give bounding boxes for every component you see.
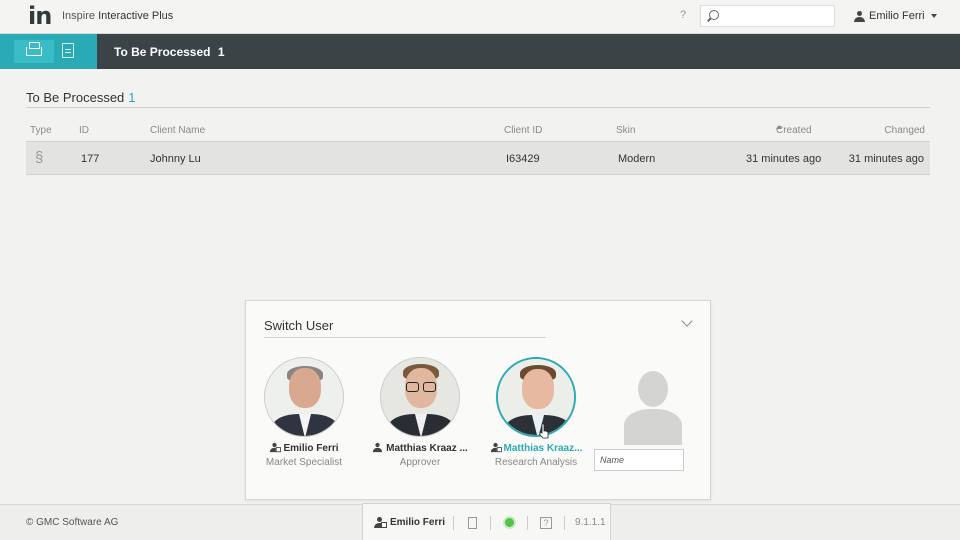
col-client-name[interactable]: Client Name (150, 125, 205, 136)
app-name: Inspire Interactive Plus (62, 10, 173, 22)
user-icon (854, 10, 865, 22)
user-name-input[interactable] (594, 449, 684, 471)
nav-title: To Be Processed 1 (114, 45, 225, 59)
help-icon: ? (540, 516, 552, 529)
user-role: Market Specialist (265, 457, 343, 468)
document-icon (467, 516, 477, 529)
version-label: 9.1.1.1 (575, 517, 606, 528)
document-button[interactable] (454, 504, 490, 540)
user-role: Approver (399, 457, 441, 468)
footer: © GMC Software AG Emilio Ferri ? 9.1.1.1 (0, 503, 960, 540)
cell-skin: Modern (618, 153, 656, 165)
status-bar: Emilio Ferri ? 9.1.1.1 (362, 503, 611, 540)
cell-client-name: Johnny Lu (150, 153, 201, 165)
avatar-selected (496, 357, 576, 437)
user-card-matthias-kraaz-research[interactable]: Matthias Kraaz... Research Analysis (481, 357, 591, 477)
cell-changed: 31 minutes ago (848, 153, 924, 165)
mouse-pointer-icon (539, 423, 549, 439)
top-bar: in Inspire Interactive Plus ? Emilio Fer… (0, 0, 960, 34)
user-desk-icon (270, 442, 282, 453)
col-skin[interactable]: Skin (616, 125, 635, 136)
user-card-emilio-ferri[interactable]: Emilio Ferri Market Specialist (249, 357, 359, 477)
copyright-text: © GMC Software AG (26, 517, 119, 528)
nav-icon-group (0, 34, 97, 69)
section-divider (26, 107, 930, 108)
switch-user-divider (264, 337, 546, 338)
user-menu[interactable]: Emilio Ferri (854, 10, 937, 22)
help-box-button[interactable]: ? (528, 504, 564, 540)
inbox-tab[interactable] (14, 40, 54, 63)
collapse-chevron-icon[interactable] (681, 315, 693, 327)
user-card-matthias-kraaz-approver[interactable]: Matthias Kraaz ... Approver (365, 357, 475, 477)
table-row[interactable]: § 177 Johnny Lu I63429 Modern 31 minutes… (26, 141, 930, 175)
user-name: Matthias Kraaz ... (365, 442, 475, 454)
unknown-user-avatar-icon[interactable] (624, 371, 682, 447)
col-created-label: Created (776, 125, 812, 136)
col-id[interactable]: ID (79, 125, 89, 136)
status-indicator[interactable] (491, 504, 527, 540)
table-header: Type ID Client Name Client ID Skin Creat… (26, 125, 930, 141)
switch-user-panel: Switch User Emilio Ferri Market Speciali… (245, 300, 711, 500)
avatar (380, 357, 460, 437)
section-title-count: 1 (128, 90, 136, 105)
caret-down-icon (930, 14, 937, 18)
inbox-tray-icon (26, 42, 42, 56)
app-logo[interactable]: in (28, 4, 52, 28)
col-type[interactable]: Type (30, 125, 52, 136)
user-document-icon (490, 442, 502, 453)
user-role: Research Analysis (494, 457, 578, 468)
section-title: To Be Processed 1 (26, 90, 136, 105)
search-input[interactable] (725, 8, 830, 24)
col-client-id[interactable]: Client ID (504, 125, 542, 136)
section-title-label: To Be Processed (26, 90, 125, 105)
help-button[interactable]: ? (680, 9, 686, 21)
status-user-name: Emilio Ferri (390, 517, 446, 528)
cell-created: 31 minutes ago (746, 153, 822, 165)
section-type-icon: § (35, 149, 44, 166)
user-icon (372, 442, 383, 453)
nav-title-label: To Be Processed (114, 45, 211, 59)
online-status-icon (504, 518, 514, 527)
search-box[interactable] (700, 5, 835, 27)
avatar (264, 357, 344, 437)
cell-id: 177 (81, 153, 100, 165)
cell-client-id: I63429 (506, 153, 540, 165)
nav-title-count: 1 (217, 45, 225, 59)
search-icon (709, 10, 719, 20)
app-name-prefix: Inspire (62, 10, 96, 22)
col-changed[interactable]: Changed (884, 125, 925, 136)
current-user-name: Emilio Ferri (869, 10, 925, 22)
document-tab-icon[interactable] (62, 43, 74, 58)
app-name-main: Interactive Plus (98, 10, 174, 22)
user-name: Emilio Ferri (249, 442, 359, 454)
nav-bar: To Be Processed 1 (0, 34, 960, 69)
switch-user-title: Switch User (264, 318, 334, 333)
user-name: Matthias Kraaz... (481, 442, 591, 454)
user-desk-icon (374, 517, 387, 528)
status-user[interactable]: Emilio Ferri (363, 517, 453, 528)
